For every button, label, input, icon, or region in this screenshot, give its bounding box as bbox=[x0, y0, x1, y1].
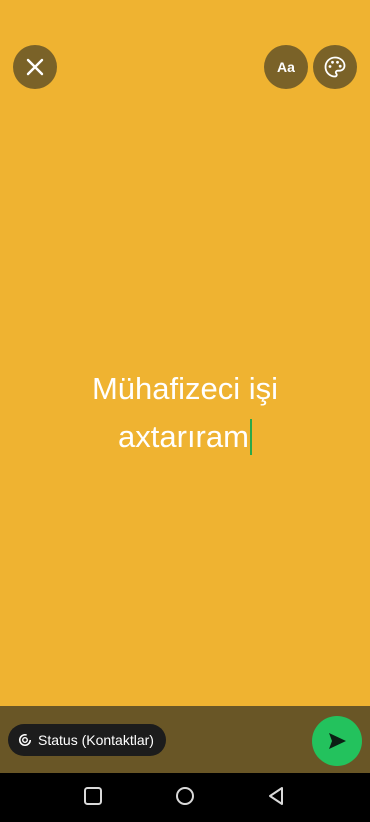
home-button[interactable] bbox=[174, 785, 196, 812]
close-button[interactable] bbox=[13, 45, 57, 89]
palette-icon bbox=[324, 56, 346, 78]
status-text-line-1: Mühafizeci işi bbox=[91, 371, 279, 406]
text-cursor bbox=[249, 419, 252, 455]
home-icon bbox=[176, 787, 194, 805]
back-icon bbox=[269, 787, 283, 805]
close-icon bbox=[26, 58, 44, 76]
back-button[interactable] bbox=[265, 785, 287, 812]
font-style-button[interactable]: Aa bbox=[264, 45, 308, 89]
status-icon bbox=[18, 733, 32, 747]
status-audience-button[interactable]: Status (Kontaktlar) bbox=[8, 724, 166, 756]
recents-button[interactable] bbox=[82, 785, 104, 812]
status-text-input[interactable]: Mühafizeci işi axtarıram bbox=[30, 365, 340, 461]
status-audience-label: Status (Kontaktlar) bbox=[38, 732, 154, 748]
recents-icon bbox=[84, 787, 102, 805]
status-text-line-2: axtarıram bbox=[30, 413, 340, 461]
background-color-button[interactable] bbox=[313, 45, 357, 89]
send-button[interactable] bbox=[312, 716, 362, 766]
send-icon bbox=[329, 733, 346, 749]
font-style-label: Aa bbox=[277, 59, 295, 75]
status-text-line-2-text: axtarıram bbox=[118, 419, 249, 454]
system-navigation-bar bbox=[0, 773, 370, 822]
